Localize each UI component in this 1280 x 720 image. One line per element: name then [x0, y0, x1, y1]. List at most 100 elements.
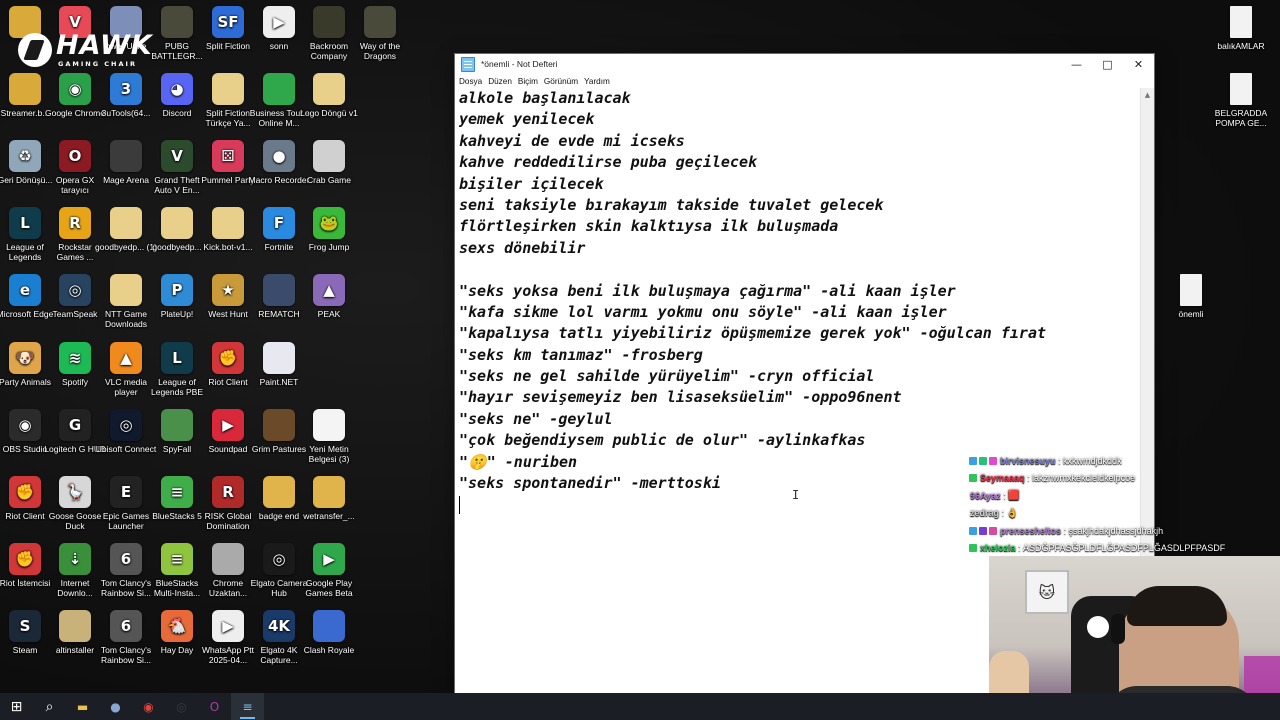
taskbar-notepad[interactable]: ≡	[231, 693, 264, 720]
party-animals-icon: 🐶	[9, 342, 41, 374]
hawk-logo-subtitle: GAMING CHAIR	[58, 60, 137, 68]
window-title: *önemli - Not Defteri	[481, 59, 558, 69]
discord-icon: ◕	[161, 73, 193, 105]
chat-badge-icon	[979, 456, 987, 465]
desktop-shortcut[interactable]: Logo Döngü v1	[298, 73, 360, 118]
desktop-shortcut[interactable]: wetransfer_...	[298, 476, 360, 521]
desktop-shortcut[interactable]: ▶ Google Play Games Beta	[298, 543, 360, 598]
desktop-shortcut-label: Google Play Games Beta	[305, 578, 353, 598]
recycle-bin-icon: ♻	[9, 140, 41, 172]
chat-badge-icon	[969, 456, 977, 465]
edge-icon: e	[9, 274, 41, 306]
menu-gorunum[interactable]: Görünüm	[544, 77, 584, 86]
taskbar-explorer[interactable]: ▬	[66, 693, 99, 720]
taskbar-obs[interactable]: ◎	[165, 693, 198, 720]
desktop-shortcut-label: Way of the Dragons	[359, 41, 401, 61]
folder-icon	[110, 274, 142, 306]
plateup-icon: P	[161, 274, 193, 306]
desktop-shortcut[interactable]: ▲ PEAK	[298, 274, 360, 319]
chrome-icon: ◉	[59, 73, 91, 105]
desktop-shortcut[interactable]: önemli	[1160, 274, 1222, 319]
stream-chat-overlay: birvisnesuyu : kxkwmdjdkddk Seymaaaq : la…	[969, 452, 1280, 557]
close-button[interactable]: ✕	[1123, 54, 1154, 74]
wall-picture-frame: 🐱	[1025, 570, 1069, 614]
chat-message: birvisnesuyu : kxkwmdjdkddk	[969, 452, 1280, 470]
chat-username: xhelozia	[980, 543, 1016, 554]
bluestacks-icon: ≡	[161, 476, 193, 508]
taskbar-app-4[interactable]: ●	[99, 693, 132, 720]
desktop-shortcut-label: Yeni Metin Belgesi (3)	[308, 444, 350, 464]
vlc-icon: ▲	[110, 342, 142, 374]
taskbar: ⊞ ⌕ ▬ ● ◉ ◎ O ≡	[0, 693, 1280, 720]
window-titlebar[interactable]: *önemli - Not Defteri — □ ✕	[455, 54, 1154, 74]
split-fiction-icon: SF	[212, 6, 244, 38]
chat-username: Seymaaaq	[980, 473, 1025, 484]
menu-bicim[interactable]: Biçim	[518, 77, 544, 86]
chat-message: xhelozia : ASDĞPFASĞPLDFLĞPASDFPLĞASDLPF…	[969, 540, 1280, 558]
spyfall-icon	[161, 409, 193, 441]
rainbow-six-icon: 6	[110, 610, 142, 642]
file-icon	[9, 73, 41, 105]
chat-message-text: 🟥	[1008, 490, 1020, 501]
desktop-shortcut[interactable]: Crab Game	[298, 140, 360, 185]
league-of-legends-icon: L	[9, 207, 41, 239]
goose-goose-duck-icon: 🪿	[59, 476, 91, 508]
chat-badge-icon	[989, 526, 997, 535]
desktop-shortcut[interactable]: Paint.NET	[248, 342, 310, 387]
text-line: "seks ne" -geylul	[459, 409, 613, 428]
fortnite-icon: F	[263, 207, 295, 239]
taskbar-opera[interactable]: O	[198, 693, 231, 720]
elgato-4k-icon: 4K	[263, 610, 295, 642]
chat-message-text: kxkwmdjdkddk	[1063, 455, 1122, 466]
text-line: "kapalıysa tatlı yiyebiliriz öpüşmemize …	[459, 324, 1046, 343]
desktop-shortcut[interactable]: Clash Royale	[298, 610, 360, 655]
taskbar-chrome[interactable]: ◉	[132, 693, 165, 720]
minimize-button[interactable]: —	[1061, 54, 1092, 74]
menu-yardim[interactable]: Yardım	[584, 77, 616, 86]
chat-message: zedrag : 👌	[969, 505, 1280, 523]
text-file-icon	[1230, 6, 1252, 38]
chair-logo-icon	[1087, 616, 1109, 638]
maximize-button[interactable]: □	[1092, 54, 1123, 74]
bluestacks-multi-icon: ≡	[161, 543, 193, 575]
chat-separator: :	[999, 508, 1007, 519]
text-caret	[459, 495, 460, 514]
desktop-shortcut[interactable]: Yeni Metin Belgesi (3)	[298, 409, 360, 464]
text-line: kahve reddedilirse puba geçilecek	[459, 153, 758, 172]
search-button[interactable]: ⌕	[33, 693, 66, 720]
grim-pastures-icon	[263, 409, 295, 441]
rematch-icon	[263, 274, 295, 306]
desktop-shortcut[interactable]: 🐸 Frog Jump	[298, 207, 360, 252]
3utools-icon: 3	[110, 73, 142, 105]
mage-arena-icon	[110, 140, 142, 172]
menu-bar: Dosya Düzen Biçim Görünüm Yardım	[455, 74, 1154, 89]
chat-username: zedrag	[970, 508, 1000, 519]
text-line: sexs dönebilir	[459, 238, 586, 257]
chat-username: birvisnesuyu	[1000, 455, 1056, 466]
chat-badge-icon	[979, 526, 987, 535]
desktop-shortcut-label: BELGRADDA POMPA GE...	[1214, 108, 1268, 128]
logitech-icon: G	[59, 409, 91, 441]
text-line: seni taksiyle bırakayım takside tuvalet …	[459, 195, 884, 214]
desktop-shortcut[interactable]: BELGRADDA POMPA GE...	[1210, 73, 1272, 128]
start-button[interactable]: ⊞	[0, 693, 33, 720]
chat-message: prensesheltos : şsakjhdakjdhassjdhakjh	[969, 522, 1280, 540]
menu-dosya[interactable]: Dosya	[459, 77, 488, 86]
desktop-shortcut[interactable]: balıkAMLAR	[1210, 6, 1272, 51]
menu-duzen[interactable]: Düzen	[488, 77, 518, 86]
windows-icon: ⊞	[10, 698, 23, 715]
folder-icon	[161, 207, 193, 239]
desktop-shortcut[interactable]: Way of the Dragons	[349, 6, 411, 61]
scroll-up-arrow-icon[interactable]: ▲	[1141, 88, 1154, 102]
chat-badge-icon	[969, 544, 977, 553]
chat-username: 96Ayaz	[970, 490, 1001, 501]
text-line	[459, 259, 1140, 280]
business-tour-icon	[263, 73, 295, 105]
window-controls: — □ ✕	[1061, 54, 1154, 74]
search-icon: ⌕	[45, 698, 54, 715]
paint-net-icon	[263, 342, 295, 374]
text-line: "seks ne gel sahilde yürüyelim" -cryn of…	[459, 367, 875, 386]
chat-message-text: lakznwmxkekcleldkelpcoe	[1032, 473, 1136, 484]
chat-separator: :	[1061, 525, 1069, 536]
text-file-icon	[1180, 274, 1202, 306]
